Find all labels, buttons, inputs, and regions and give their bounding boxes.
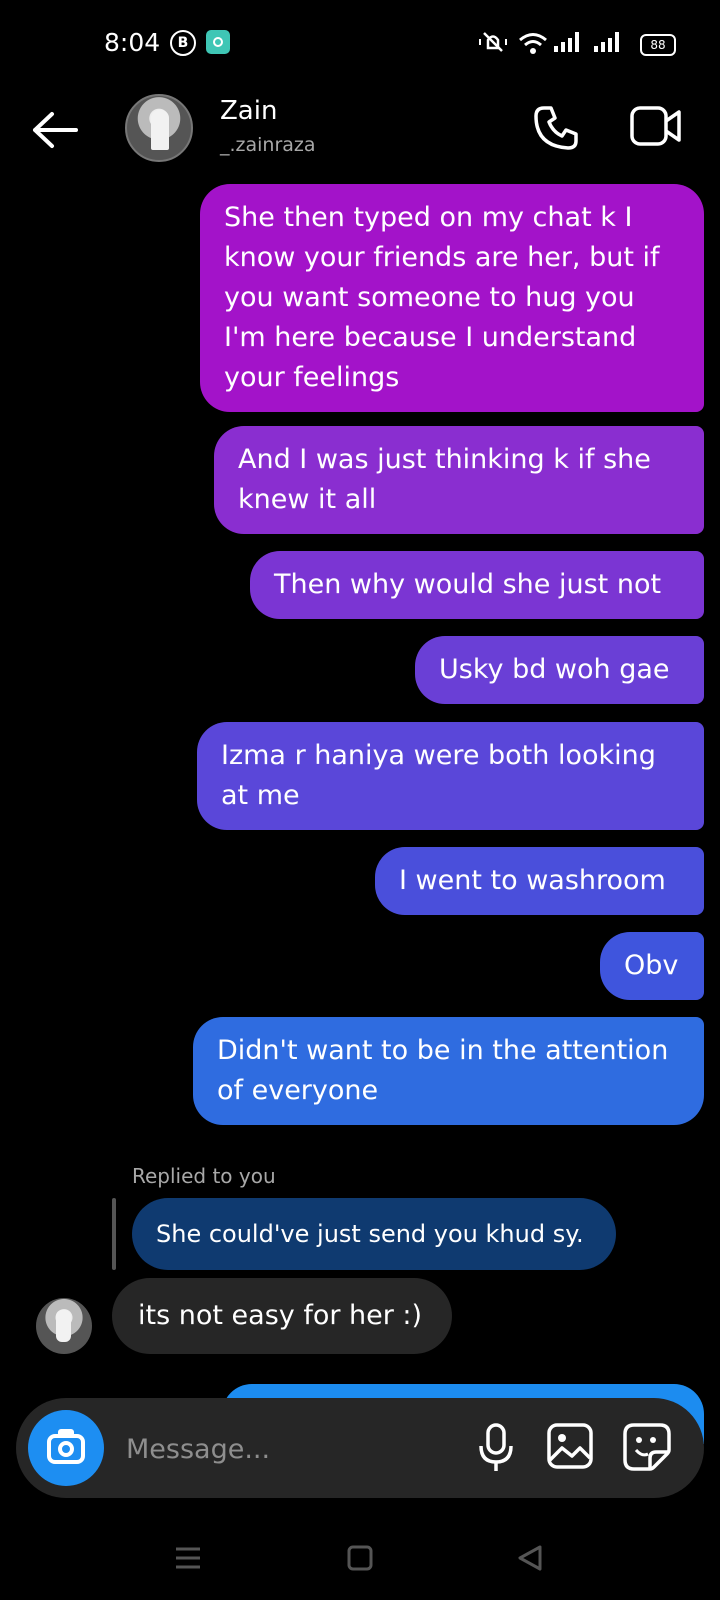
message-bubble[interactable]: Usky bd woh gae	[415, 636, 704, 704]
message-bubble[interactable]: Then why would she just not	[250, 551, 704, 619]
signal-icon-2	[594, 32, 619, 52]
wifi-icon	[518, 32, 548, 58]
message-composer	[16, 1398, 704, 1498]
signal-icon-1	[554, 32, 579, 52]
app-notification-icon	[206, 30, 230, 54]
battery-indicator: 88	[640, 34, 676, 56]
system-nav-bar	[0, 1520, 720, 1600]
message-text: Didn't want to be in the attention of ev…	[217, 1035, 669, 1106]
incoming-message[interactable]: its not easy for her :)	[112, 1278, 452, 1354]
message-text: Izma r haniya were both looking at me	[221, 740, 656, 811]
status-time: 8:04	[104, 28, 161, 57]
message-text: She then typed on my chat k I know your …	[224, 202, 660, 393]
b-badge-icon: B	[170, 30, 196, 56]
phone-icon[interactable]	[532, 104, 580, 156]
microphone-icon[interactable]	[476, 1422, 516, 1478]
contact-name[interactable]: Zain	[220, 96, 277, 126]
message-text: Obv	[624, 950, 679, 981]
vibrate-icon	[478, 30, 508, 58]
home-icon[interactable]	[346, 1544, 374, 1576]
recents-icon[interactable]	[174, 1544, 202, 1576]
sticker-icon[interactable]	[622, 1422, 672, 1476]
chat-header: Zain _.zainraza	[0, 90, 720, 180]
message-bubble[interactable]: Didn't want to be in the attention of ev…	[193, 1017, 704, 1125]
gallery-icon[interactable]	[546, 1422, 594, 1474]
reply-label: Replied to you	[132, 1164, 276, 1188]
message-text: Usky bd woh gae	[439, 654, 670, 685]
message-text: Then why would she just not	[274, 569, 662, 600]
message-bubble[interactable]: Obv	[600, 932, 704, 1000]
video-camera-icon[interactable]	[630, 104, 682, 152]
quoted-message[interactable]: She could've just send you khud sy.	[132, 1198, 616, 1270]
contact-username[interactable]: _.zainraza	[220, 134, 316, 156]
back-nav-icon[interactable]	[516, 1544, 544, 1576]
message-bubble[interactable]: And I was just thinking k if she knew it…	[214, 426, 704, 534]
message-bubble[interactable]: Izma r haniya were both looking at me	[197, 722, 704, 830]
back-arrow-icon[interactable]	[30, 110, 80, 154]
message-text: And I was just thinking k if she knew it…	[238, 444, 651, 515]
message-bubble[interactable]: I went to washroom	[375, 847, 704, 915]
reply-indicator-bar	[112, 1198, 116, 1270]
message-bubble[interactable]: She then typed on my chat k I know your …	[200, 184, 704, 412]
message-text: I went to washroom	[399, 865, 666, 896]
message-input[interactable]	[124, 1426, 428, 1472]
contact-avatar[interactable]	[125, 94, 193, 162]
camera-icon[interactable]	[28, 1410, 104, 1486]
status-bar: 8:04 B 88	[0, 0, 720, 90]
sender-avatar[interactable]	[36, 1298, 92, 1354]
